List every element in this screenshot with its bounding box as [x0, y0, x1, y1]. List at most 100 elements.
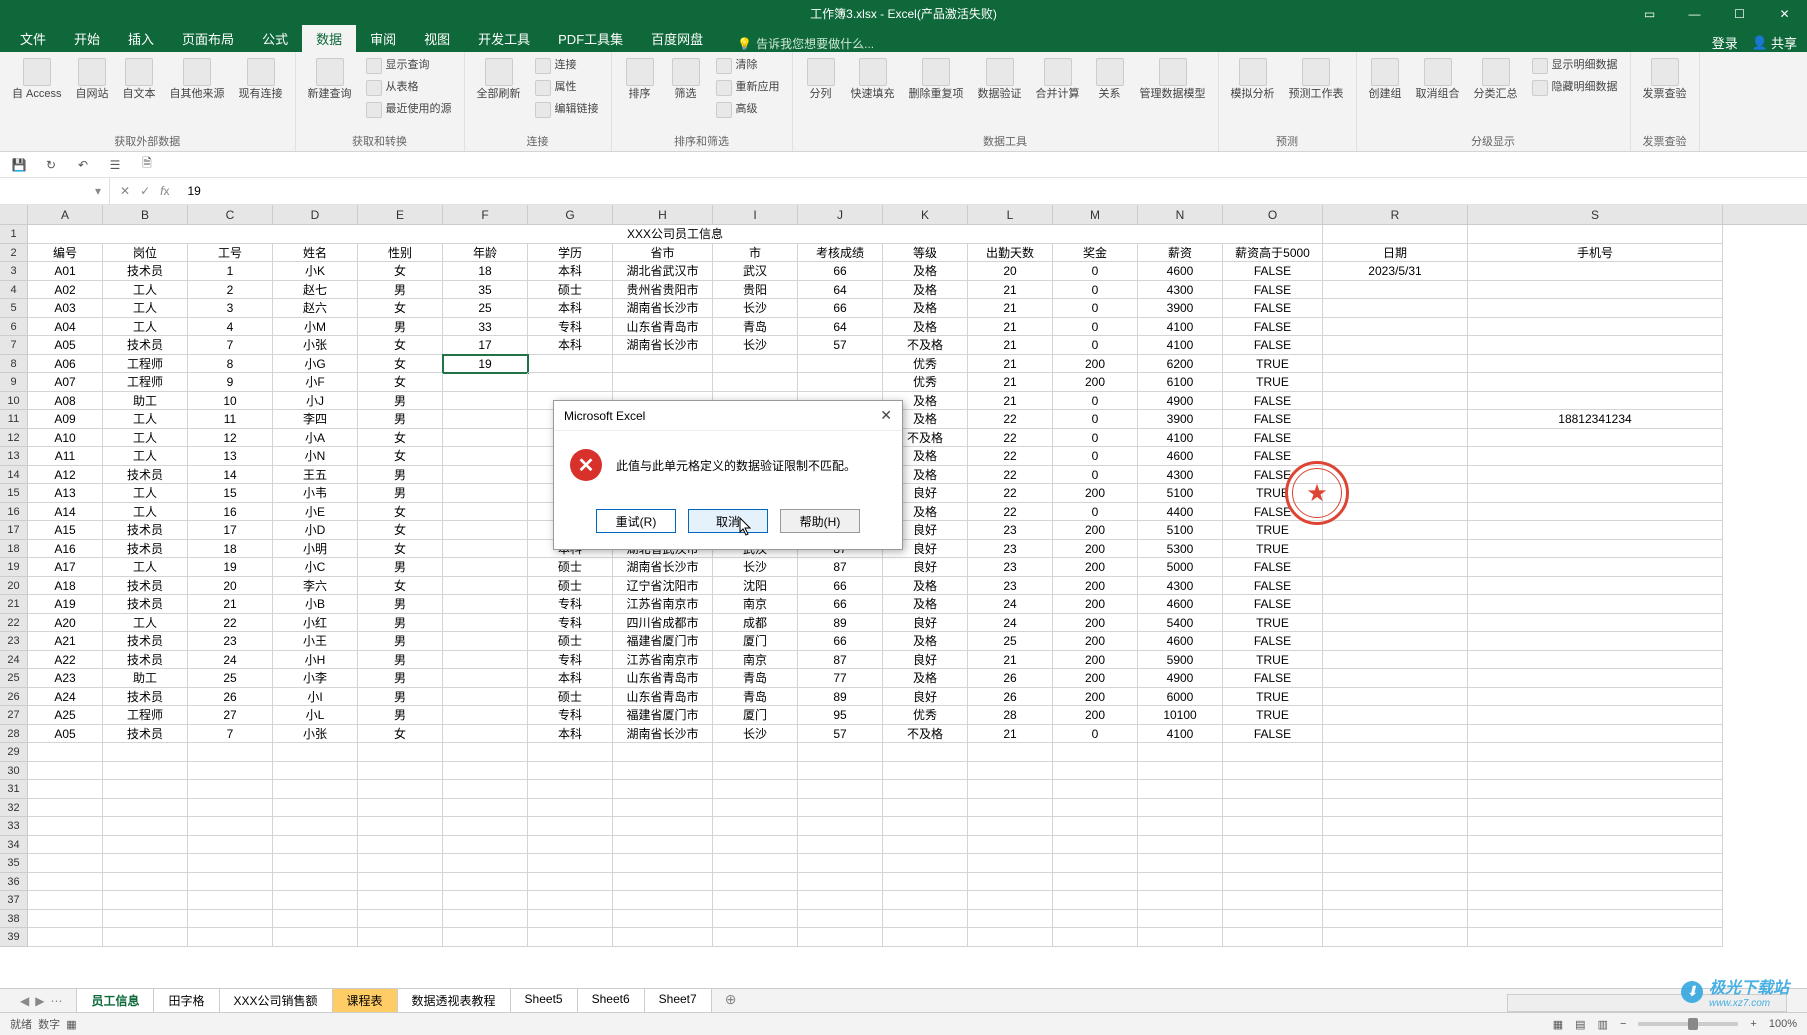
sheet-tab[interactable]: XXX公司销售额 — [219, 988, 333, 1014]
cell[interactable] — [443, 836, 528, 855]
row-header[interactable]: 3 — [0, 262, 28, 281]
cell[interactable]: 长沙 — [713, 558, 798, 577]
cell[interactable] — [528, 817, 613, 836]
cell[interactable] — [358, 762, 443, 781]
cell[interactable] — [103, 780, 188, 799]
cell[interactable] — [713, 817, 798, 836]
cell[interactable] — [1468, 281, 1723, 300]
cell[interactable]: 21 — [968, 299, 1053, 318]
cell[interactable]: 35 — [443, 281, 528, 300]
cell[interactable] — [713, 928, 798, 947]
cell[interactable]: FALSE — [1223, 503, 1323, 522]
cell[interactable]: 李四 — [273, 410, 358, 429]
row-header[interactable]: 22 — [0, 614, 28, 633]
cell[interactable] — [1468, 688, 1723, 707]
cell[interactable] — [1468, 669, 1723, 688]
cell[interactable]: 工人 — [103, 429, 188, 448]
cell[interactable]: FALSE — [1223, 281, 1323, 300]
cell[interactable]: 4600 — [1138, 447, 1223, 466]
cell[interactable] — [1323, 651, 1468, 670]
cell[interactable]: A10 — [28, 429, 103, 448]
cell[interactable] — [1468, 262, 1723, 281]
row-header[interactable]: 24 — [0, 651, 28, 670]
cell[interactable]: 助工 — [103, 669, 188, 688]
cell[interactable]: FALSE — [1223, 410, 1323, 429]
menu-tab-开发工具[interactable]: 开发工具 — [464, 25, 544, 52]
cell[interactable]: A07 — [28, 373, 103, 392]
cell[interactable]: 13 — [188, 447, 273, 466]
cell[interactable]: 26 — [968, 669, 1053, 688]
cell[interactable]: 5100 — [1138, 521, 1223, 540]
cell[interactable]: 专科 — [528, 595, 613, 614]
cell[interactable] — [443, 466, 528, 485]
cell[interactable] — [443, 558, 528, 577]
cell[interactable]: 男 — [358, 614, 443, 633]
cell[interactable]: A20 — [28, 614, 103, 633]
ribbon-button[interactable]: 最近使用的源 — [362, 100, 456, 120]
row-header[interactable]: 7 — [0, 336, 28, 355]
ribbon-button[interactable]: 自网站 — [72, 56, 113, 103]
cell[interactable] — [28, 928, 103, 947]
cell[interactable]: 22 — [968, 410, 1053, 429]
cell[interactable] — [713, 891, 798, 910]
cell[interactable]: 小E — [273, 503, 358, 522]
ribbon-button[interactable]: 分类汇总 — [1470, 56, 1522, 103]
cell[interactable]: 长沙 — [713, 725, 798, 744]
cell[interactable] — [713, 854, 798, 873]
cell[interactable]: 王五 — [273, 466, 358, 485]
cell[interactable] — [443, 799, 528, 818]
maximize-icon[interactable]: ☐ — [1717, 0, 1762, 27]
cell[interactable] — [1053, 854, 1138, 873]
cell[interactable] — [798, 780, 883, 799]
cell[interactable]: 0 — [1053, 503, 1138, 522]
cell[interactable] — [1468, 817, 1723, 836]
cell[interactable]: 200 — [1053, 706, 1138, 725]
cell[interactable]: 工人 — [103, 558, 188, 577]
name-box[interactable]: ▾ — [0, 178, 110, 204]
cell[interactable]: 工人 — [103, 281, 188, 300]
cell[interactable]: 四川省成都市 — [613, 614, 713, 633]
cell[interactable] — [188, 799, 273, 818]
ribbon-button[interactable]: 快速填充 — [847, 56, 899, 103]
cell[interactable] — [1323, 799, 1468, 818]
cell[interactable] — [798, 891, 883, 910]
formula-input[interactable]: 19 — [179, 184, 1807, 198]
cell[interactable] — [613, 873, 713, 892]
cell[interactable]: 20 — [968, 262, 1053, 281]
cell[interactable]: FALSE — [1223, 669, 1323, 688]
cell[interactable]: 21 — [968, 373, 1053, 392]
cell[interactable]: 小N — [273, 447, 358, 466]
cell[interactable]: 6100 — [1138, 373, 1223, 392]
cell[interactable] — [103, 854, 188, 873]
cell[interactable]: 技术员 — [103, 577, 188, 596]
cell[interactable] — [613, 373, 713, 392]
cell[interactable] — [1323, 928, 1468, 947]
cell[interactable] — [883, 910, 968, 929]
cell[interactable]: A22 — [28, 651, 103, 670]
cell[interactable]: 工程师 — [103, 355, 188, 374]
table-header-cell[interactable]: 岗位 — [103, 244, 188, 263]
cell[interactable] — [1223, 836, 1323, 855]
cell[interactable]: 17 — [188, 521, 273, 540]
cell[interactable] — [443, 762, 528, 781]
cell[interactable]: A23 — [28, 669, 103, 688]
cell[interactable]: 工程师 — [103, 706, 188, 725]
cell[interactable]: 工人 — [103, 318, 188, 337]
row-header[interactable]: 1 — [0, 225, 28, 244]
cell[interactable] — [528, 373, 613, 392]
cell[interactable] — [528, 910, 613, 929]
cell[interactable]: 77 — [798, 669, 883, 688]
cell[interactable] — [188, 762, 273, 781]
cell[interactable] — [1223, 780, 1323, 799]
cell[interactable]: 硕士 — [528, 632, 613, 651]
cell[interactable]: FALSE — [1223, 262, 1323, 281]
cell[interactable]: 200 — [1053, 651, 1138, 670]
cell[interactable] — [713, 743, 798, 762]
cell[interactable] — [1323, 373, 1468, 392]
cell[interactable]: 4600 — [1138, 632, 1223, 651]
ribbon-button[interactable]: 自文本 — [119, 56, 160, 103]
cell[interactable]: 25 — [188, 669, 273, 688]
cell[interactable] — [798, 928, 883, 947]
row-header[interactable]: 2 — [0, 244, 28, 263]
col-header-J[interactable]: J — [798, 205, 883, 224]
